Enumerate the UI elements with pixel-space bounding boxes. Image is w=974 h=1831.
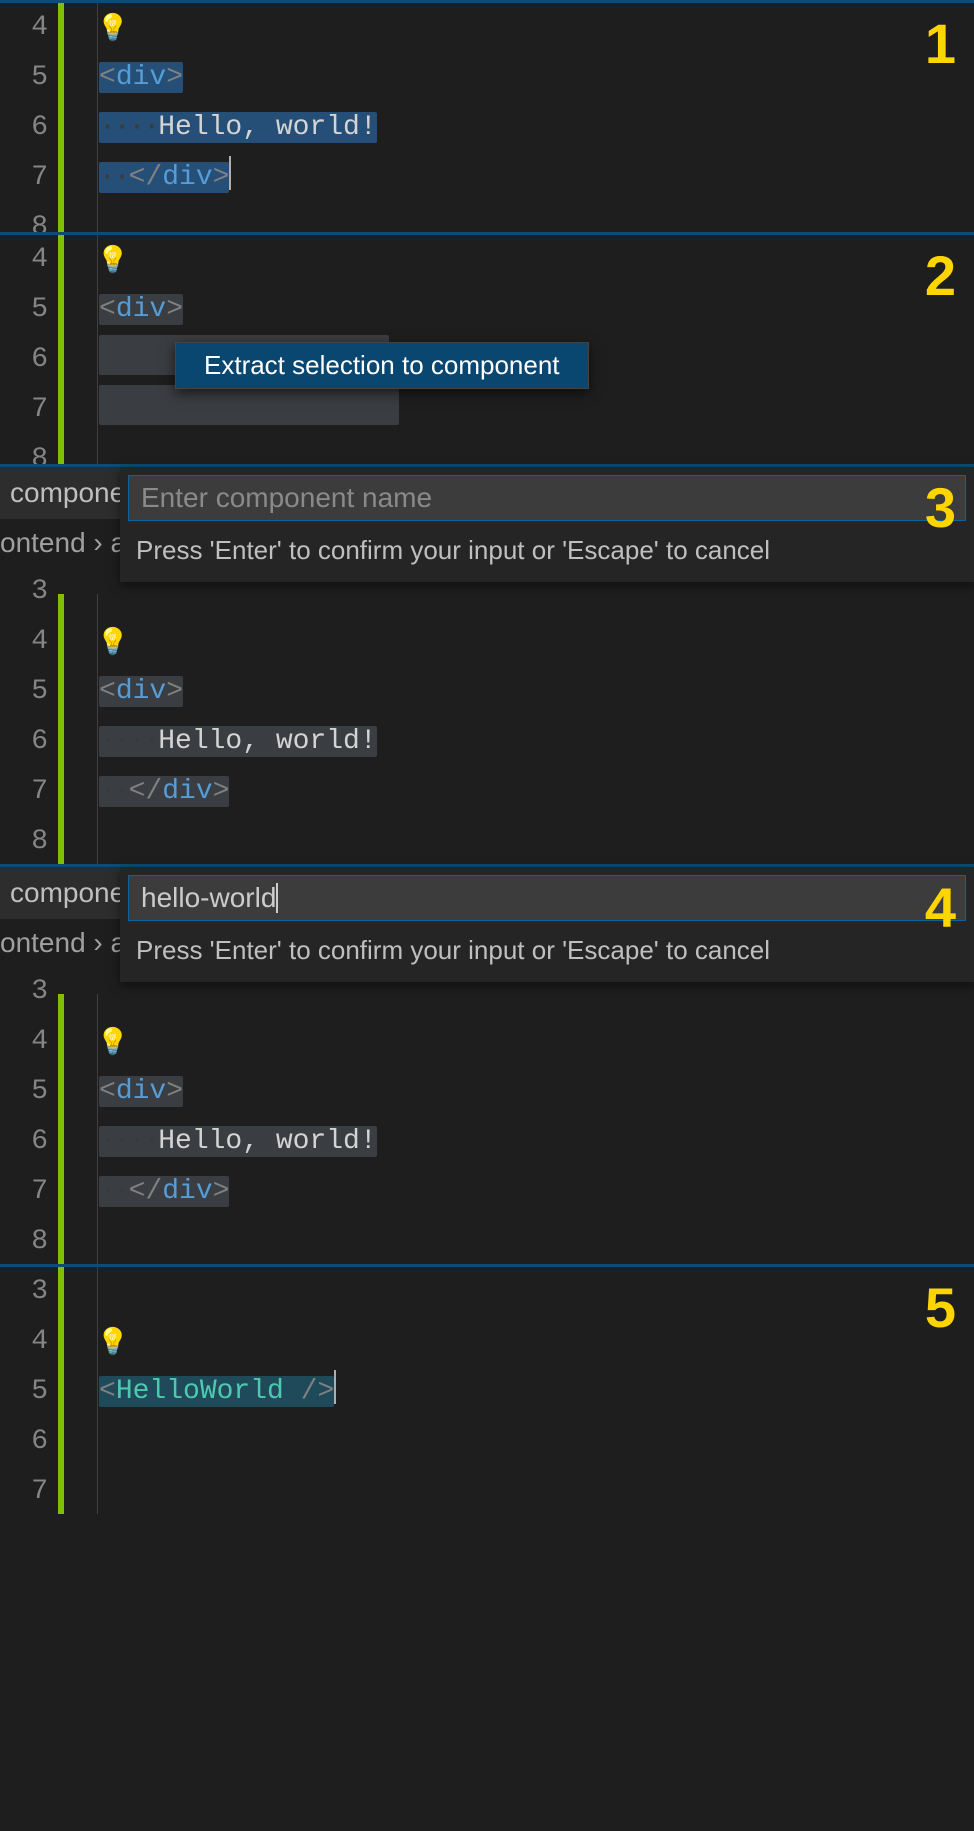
component-name-prompt: hello-world Press 'Enter' to confirm you…	[120, 867, 974, 982]
component-name-input[interactable]: Enter component name	[128, 475, 966, 521]
editor-tab[interactable]: compone	[0, 867, 120, 919]
component-name-prompt: Enter component name Press 'Enter' to co…	[120, 467, 974, 582]
line-number-gutter: 4 5 6 7 8	[0, 235, 58, 464]
panel-step-5: 5 3 4 5 6 7 💡 <HelloWorld />	[0, 1264, 974, 1514]
breadcrumb[interactable]: ontend › a	[0, 919, 120, 967]
code-area[interactable]: <HelloWorld />	[64, 1267, 974, 1514]
quickfix-item-extract[interactable]: Extract selection to component	[176, 343, 588, 388]
panel-step-1: 1 4 5 6 7 8 💡 <div> ····Hello, world! ··…	[0, 0, 974, 232]
line-number-gutter: 3 4 5 6 7 8	[0, 567, 58, 864]
breadcrumb[interactable]: ontend › a	[0, 519, 120, 567]
step-number: 3	[925, 475, 956, 540]
component-name-input[interactable]: hello-world	[128, 875, 966, 921]
line-number-gutter: 4 5 6 7 8	[0, 3, 58, 232]
line-number-gutter: 3 4 5 6 7	[0, 1267, 58, 1514]
panel-step-3: 3 compone ontend › a Enter component nam…	[0, 464, 974, 864]
prompt-hint: Press 'Enter' to confirm your input or '…	[120, 925, 974, 982]
line-number-gutter: 3 4 5 6 7 8	[0, 967, 58, 1264]
code-area[interactable]: <div> ····Hello, world! ··</div>	[64, 3, 974, 232]
quickfix-popup: Extract selection to component	[175, 342, 589, 389]
editor-tab[interactable]: compone	[0, 467, 120, 519]
panel-step-2: 2 4 5 6 7 8 💡 <div> Extract selection to…	[0, 232, 974, 464]
prompt-hint: Press 'Enter' to confirm your input or '…	[120, 525, 974, 582]
code-area[interactable]: <div> ····Hello, world! ··</div>	[64, 567, 974, 864]
panel-step-4: 4 compone ontend › a hello-world Press '…	[0, 864, 974, 1264]
code-area[interactable]: <div> ····Hello, world! ··</div>	[64, 967, 974, 1264]
step-number: 4	[925, 875, 956, 940]
